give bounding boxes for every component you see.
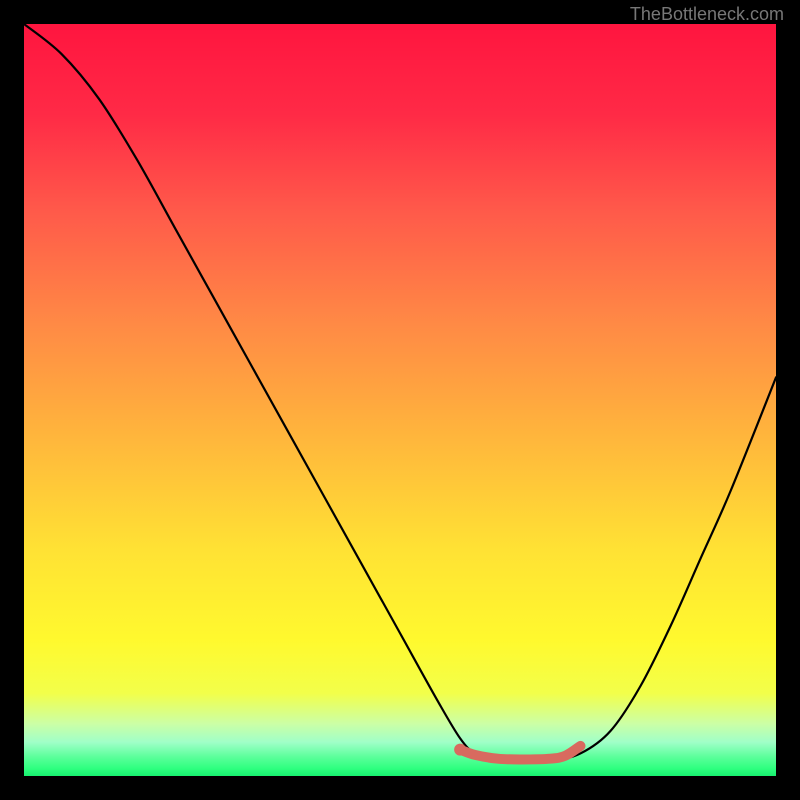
optimal-range-highlight (24, 24, 776, 776)
plot-area (24, 24, 776, 776)
watermark-text: TheBottleneck.com (630, 4, 784, 25)
chart-container: TheBottleneck.com (0, 0, 800, 800)
